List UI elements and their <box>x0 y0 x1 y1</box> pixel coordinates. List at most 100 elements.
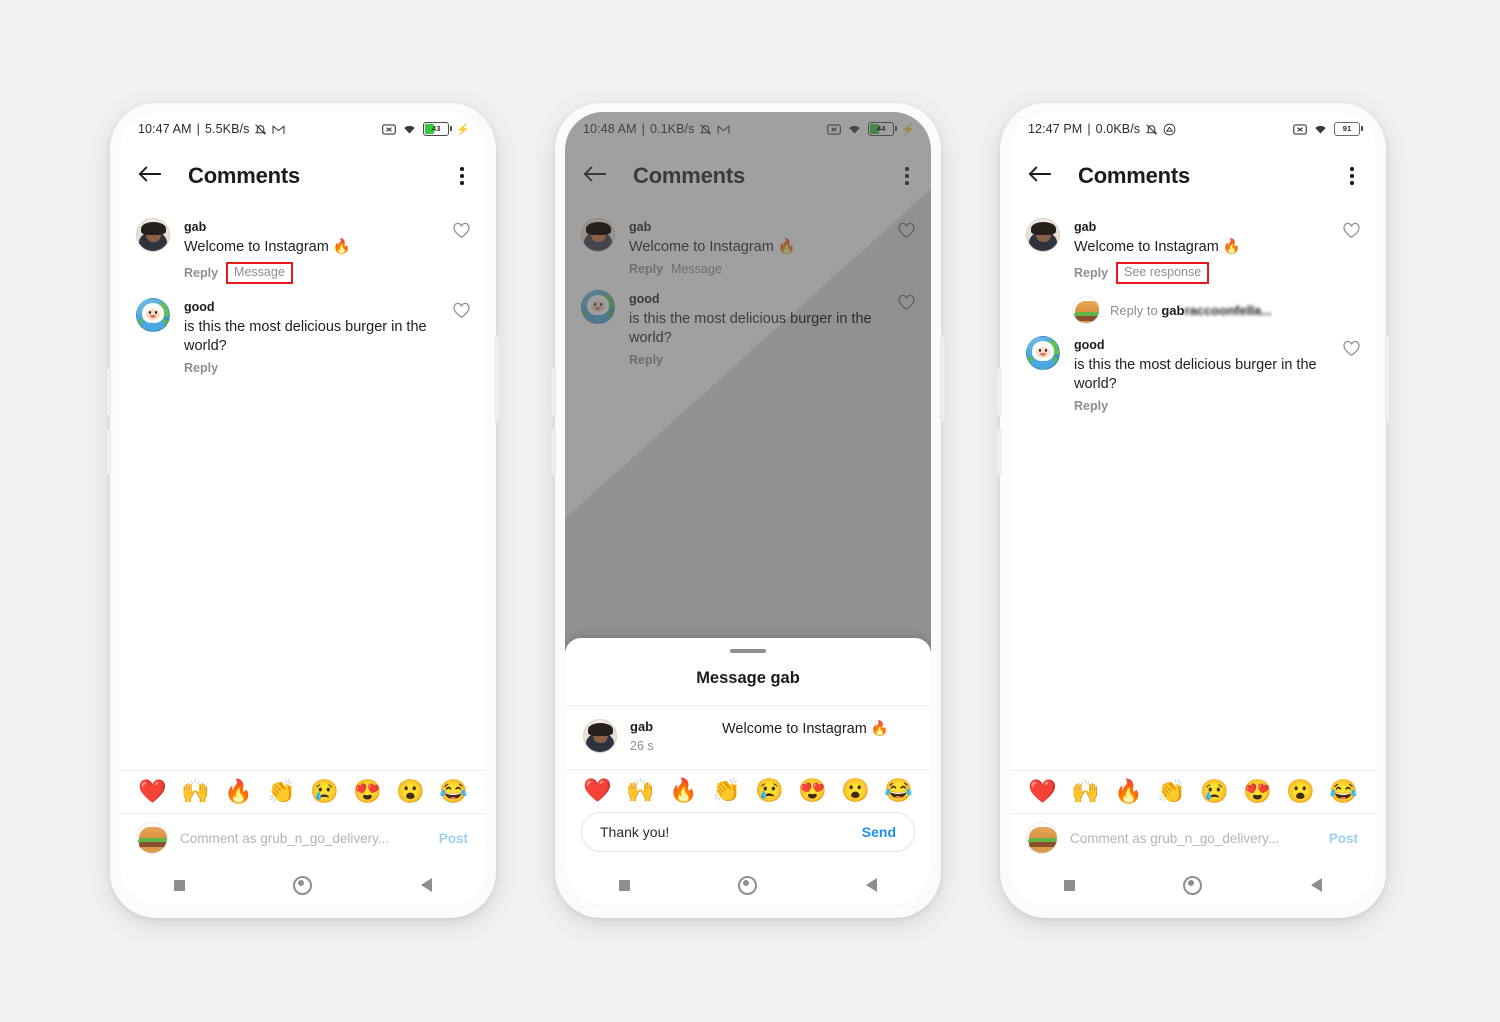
comment-username[interactable]: gab <box>629 219 888 235</box>
cloud-icon <box>1163 123 1176 136</box>
like-heart-icon[interactable] <box>1343 340 1360 357</box>
emoji-joy[interactable]: 😂 <box>884 779 913 802</box>
comment-row[interactable]: good is this the most delicious burger i… <box>581 282 915 373</box>
avatar[interactable] <box>581 218 615 252</box>
comment-row[interactable]: gab Welcome to Instagram 🔥 Reply Message <box>136 210 470 290</box>
comment-username[interactable]: good <box>1074 337 1333 353</box>
send-button[interactable]: Send <box>862 824 896 840</box>
comment-row[interactable]: good is this the most delicious burger i… <box>1026 328 1360 419</box>
emoji-cry[interactable]: 😢 <box>755 779 784 802</box>
avatar[interactable] <box>581 290 615 324</box>
like-heart-icon[interactable] <box>898 294 915 311</box>
like-heart-icon[interactable] <box>898 222 915 239</box>
avatar[interactable] <box>136 298 170 332</box>
emoji-heart-eyes[interactable]: 😍 <box>1243 780 1272 803</box>
emoji-clap[interactable]: 👏 <box>1157 780 1186 803</box>
volume-down-button[interactable] <box>996 428 1001 476</box>
reply-button[interactable]: Reply <box>629 353 663 367</box>
see-response-button[interactable]: See response <box>1116 262 1210 284</box>
emoji-raised-hands[interactable]: 🙌 <box>181 780 210 803</box>
kebab-menu-icon[interactable] <box>1346 161 1358 191</box>
kebab-menu-icon[interactable] <box>901 161 913 191</box>
emoji-joy[interactable]: 😂 <box>1329 780 1358 803</box>
volume-down-button[interactable] <box>106 428 111 476</box>
back-arrow-icon[interactable] <box>583 165 607 188</box>
emoji-surprised[interactable]: 😮 <box>841 779 870 802</box>
home-circle-icon[interactable] <box>738 875 758 895</box>
reply-button[interactable]: Reply <box>184 361 218 375</box>
emoji-surprised[interactable]: 😮 <box>396 780 425 803</box>
kebab-menu-icon[interactable] <box>456 161 468 191</box>
charging-bolt-icon: ⚡ <box>901 123 915 136</box>
home-circle-icon[interactable] <box>293 875 313 895</box>
emoji-heart[interactable]: ❤️ <box>138 780 167 803</box>
emoji-heart-eyes[interactable]: 😍 <box>353 780 382 803</box>
comment-text: Welcome to Instagram 🔥 <box>629 239 796 255</box>
recents-square-icon[interactable] <box>1064 879 1076 891</box>
emoji-fire[interactable]: 🔥 <box>1114 780 1143 803</box>
comment-row[interactable]: gab Welcome to Instagram 🔥 Reply See res… <box>1026 210 1360 290</box>
emoji-raised-hands[interactable]: 🙌 <box>626 779 655 802</box>
emoji-heart-eyes[interactable]: 😍 <box>798 779 827 802</box>
comment-username[interactable]: gab <box>1074 219 1333 235</box>
comment-input[interactable]: Comment as grub_n_go_delivery... <box>180 831 427 846</box>
comment-username[interactable]: good <box>629 291 888 307</box>
emoji-fire[interactable]: 🔥 <box>669 779 698 802</box>
volume-up-button[interactable] <box>106 368 111 416</box>
volume-up-button[interactable] <box>996 368 1001 416</box>
back-triangle-icon[interactable] <box>1310 878 1322 892</box>
comment-input[interactable]: Comment as grub_n_go_delivery... <box>1070 831 1317 846</box>
post-button[interactable]: Post <box>439 831 468 846</box>
power-button[interactable] <box>495 335 500 423</box>
recents-square-icon[interactable] <box>619 879 631 891</box>
power-button[interactable] <box>940 335 945 423</box>
like-heart-icon[interactable] <box>453 222 470 239</box>
comment-row[interactable]: gab Welcome to Instagram 🔥 Reply Message <box>581 210 915 282</box>
home-circle-icon[interactable] <box>1183 875 1203 895</box>
emoji-heart[interactable]: ❤️ <box>583 779 612 802</box>
like-heart-icon[interactable] <box>453 302 470 319</box>
emoji-cry[interactable]: 😢 <box>310 780 339 803</box>
avatar[interactable] <box>1026 218 1060 252</box>
bottom-area: ❤️ 🙌 🔥 👏 😢 😍 😮 😂 Comment as grub_n_go_de… <box>120 770 486 906</box>
message-button[interactable]: Message <box>226 262 293 284</box>
power-button[interactable] <box>1385 335 1390 423</box>
emoji-clap[interactable]: 👏 <box>267 780 296 803</box>
avatar[interactable] <box>136 218 170 252</box>
reply-button[interactable]: Reply <box>1074 266 1108 280</box>
android-nav-bar <box>120 864 486 906</box>
reply-button[interactable]: Reply <box>629 262 663 276</box>
phone-3-screen: 12:47 PM | 0.0KB/s 91 Comments gab Welco… <box>1010 112 1376 906</box>
page-title: Comments <box>1078 163 1191 188</box>
reply-prefix: Reply to <box>1110 302 1162 318</box>
comment-row[interactable]: good is this the most delicious burger i… <box>136 290 470 381</box>
emoji-joy[interactable]: 😂 <box>439 780 468 803</box>
avatar[interactable] <box>1026 336 1060 370</box>
back-triangle-icon[interactable] <box>420 878 432 892</box>
no-sim-icon <box>827 123 842 135</box>
back-arrow-icon[interactable] <box>1028 165 1052 188</box>
wifi-icon <box>1313 123 1328 135</box>
comment-username[interactable]: gab <box>184 219 443 235</box>
reply-button[interactable]: Reply <box>1074 399 1108 413</box>
volume-down-button[interactable] <box>551 428 556 476</box>
emoji-heart[interactable]: ❤️ <box>1028 780 1057 803</box>
post-button[interactable]: Post <box>1329 831 1358 846</box>
avatar <box>583 719 617 753</box>
message-input[interactable]: Thank you! <box>600 824 862 840</box>
back-arrow-icon[interactable] <box>138 165 162 188</box>
back-triangle-icon[interactable] <box>865 878 877 892</box>
volume-up-button[interactable] <box>551 368 556 416</box>
recents-square-icon[interactable] <box>174 879 186 891</box>
emoji-fire[interactable]: 🔥 <box>224 780 253 803</box>
message-button[interactable]: Message <box>671 262 722 276</box>
reply-button[interactable]: Reply <box>184 266 218 280</box>
like-heart-icon[interactable] <box>1343 222 1360 239</box>
emoji-raised-hands[interactable]: 🙌 <box>1071 780 1100 803</box>
emoji-surprised[interactable]: 😮 <box>1286 780 1315 803</box>
phone-2-frame: 10:48 AM | 0.1KB/s 44 ⚡ Comments gab Wel… <box>551 103 945 918</box>
comment-username[interactable]: good <box>184 299 443 315</box>
inline-reply-row[interactable]: Reply to gabraccoonfella... <box>1026 290 1360 328</box>
emoji-cry[interactable]: 😢 <box>1200 780 1229 803</box>
emoji-clap[interactable]: 👏 <box>712 779 741 802</box>
